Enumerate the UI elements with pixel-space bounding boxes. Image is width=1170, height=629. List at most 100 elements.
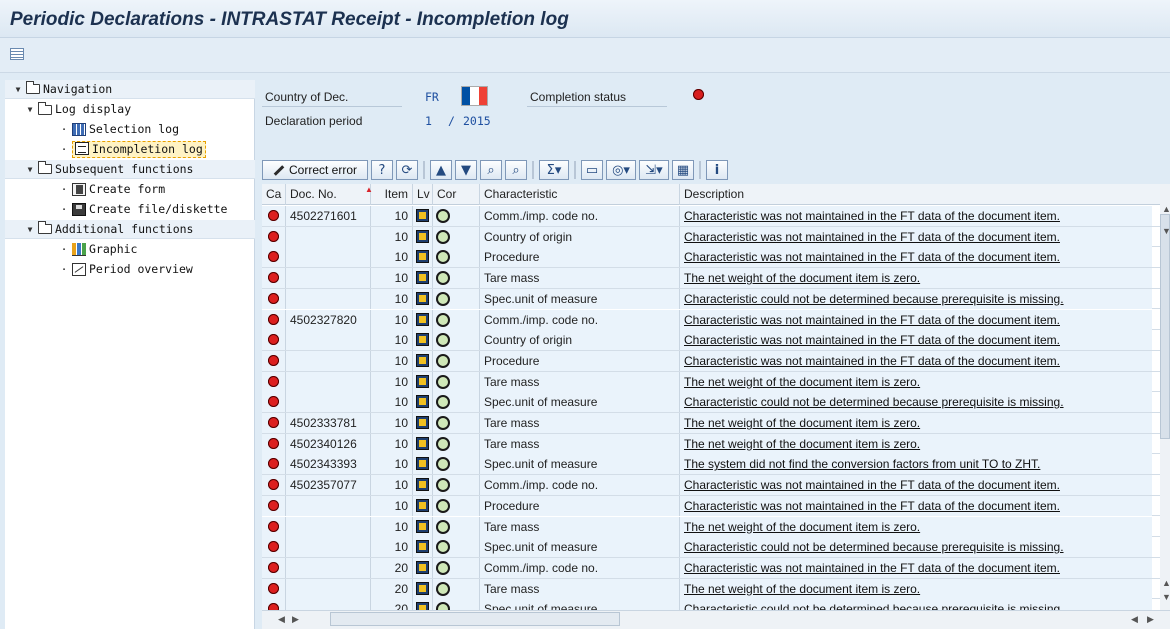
correction-icon[interactable] [436, 333, 450, 348]
level-cell[interactable] [413, 537, 433, 558]
description-link[interactable]: Characteristic was not maintained in the… [680, 495, 1152, 516]
document-level-icon[interactable] [416, 353, 429, 367]
table-row[interactable]: 10 Spec.unit of measure Characteristic cou… [262, 392, 1160, 413]
correction-icon[interactable] [436, 416, 450, 430]
correction-cell[interactable] [433, 516, 480, 537]
document-level-icon[interactable] [416, 250, 429, 264]
correction-icon[interactable] [436, 271, 450, 286]
nav-node-additional-functions[interactable]: ▼ Additional functions [5, 220, 255, 239]
table-row[interactable]: 4502271601 10 Comm./imp. code no. Character… [262, 206, 1160, 227]
level-cell[interactable] [413, 226, 433, 247]
correction-cell[interactable] [433, 433, 480, 454]
description-link[interactable]: Characteristic was not maintained in the… [680, 226, 1152, 247]
document-level-icon[interactable] [416, 560, 429, 574]
level-cell[interactable] [413, 247, 433, 268]
info-button[interactable]: i [706, 160, 728, 180]
document-level-icon[interactable] [416, 209, 429, 222]
table-row[interactable]: 20 Comm./imp. code no. Characteristic was … [262, 557, 1160, 579]
correction-icon[interactable] [436, 209, 450, 223]
level-cell[interactable] [413, 392, 433, 413]
correction-cell[interactable] [433, 475, 480, 496]
document-level-icon[interactable] [416, 602, 429, 610]
level-cell[interactable] [413, 578, 433, 599]
correction-cell[interactable] [433, 226, 480, 247]
level-cell[interactable] [413, 516, 433, 537]
nav-item-create-form[interactable]: · Create form [5, 180, 255, 199]
description-link[interactable]: The net weight of the document item is z… [680, 268, 1152, 289]
description-link[interactable]: Characteristic was not maintained in the… [680, 475, 1152, 496]
document-level-icon[interactable] [416, 436, 429, 450]
document-level-icon[interactable] [416, 374, 429, 388]
document-level-icon[interactable] [416, 291, 429, 305]
description-link[interactable]: Characteristic was not maintained in the… [680, 330, 1152, 351]
document-level-icon[interactable] [416, 498, 429, 512]
correction-cell[interactable] [433, 454, 480, 475]
sort-ascending-button[interactable]: ▲ [430, 160, 452, 180]
correction-cell[interactable] [433, 350, 480, 371]
scroll-right-icon[interactable]: ▶ [1147, 614, 1154, 625]
document-level-icon[interactable] [416, 457, 429, 471]
scroll-up-icon[interactable]: ▲ [1162, 204, 1170, 214]
correction-icon[interactable] [436, 519, 450, 534]
document-level-icon[interactable] [416, 581, 429, 595]
table-row[interactable]: 10 Spec.unit of measure Characteristic cou… [262, 288, 1160, 310]
scroll-left-icon[interactable]: ◀ [278, 614, 285, 625]
correction-icon[interactable] [436, 602, 450, 610]
description-link[interactable]: The net weight of the document item is z… [680, 371, 1152, 392]
level-cell[interactable] [413, 599, 433, 610]
nav-item-graphic[interactable]: · Graphic [5, 240, 255, 259]
correction-cell[interactable] [433, 371, 480, 392]
level-cell[interactable] [413, 495, 433, 516]
refresh-button[interactable]: ⟳ [396, 160, 418, 180]
correction-icon[interactable] [436, 291, 450, 306]
table-row[interactable]: 4502327820 10 Comm./imp. code no. Character… [262, 309, 1160, 331]
expand-icon[interactable]: ▼ [25, 100, 35, 119]
correction-cell[interactable] [433, 392, 480, 413]
horizontal-scroll-thumb[interactable] [330, 612, 620, 626]
correction-cell[interactable] [433, 413, 480, 433]
scroll-down-icon[interactable]: ▼ [1162, 592, 1170, 602]
table-row[interactable]: 10 Country of origin Characteristic was no… [262, 330, 1160, 351]
column-header-ca[interactable]: Ca [262, 184, 286, 205]
correction-cell[interactable] [433, 309, 480, 330]
description-link[interactable]: The net weight of the document item is z… [680, 516, 1152, 537]
expand-icon[interactable]: ▼ [25, 220, 35, 239]
table-row[interactable]: 10 Tare mass The net weight of the documen… [262, 516, 1160, 538]
column-header-cor[interactable]: Cor [433, 184, 480, 205]
table-row[interactable]: 4502333781 10 Tare mass The net weight of t… [262, 413, 1160, 434]
correction-icon[interactable] [436, 457, 450, 472]
vertical-scroll-thumb[interactable] [1160, 214, 1170, 439]
correction-icon[interactable] [436, 312, 450, 327]
column-header-lv[interactable]: Lv [413, 184, 433, 205]
level-cell[interactable] [413, 454, 433, 475]
correction-icon[interactable] [436, 436, 450, 451]
correction-icon[interactable] [436, 229, 450, 244]
table-row[interactable]: 4502343393 10 Spec.unit of measure The syst… [262, 454, 1160, 476]
correction-icon[interactable] [436, 540, 450, 555]
description-link[interactable]: Characteristic was not maintained in the… [680, 206, 1152, 226]
level-cell[interactable] [413, 557, 433, 578]
scroll-down-icon[interactable]: ▼ [1162, 226, 1170, 236]
correction-icon[interactable] [436, 395, 450, 410]
table-row[interactable]: 10 Spec.unit of measure Characteristic cou… [262, 537, 1160, 558]
scroll-up-icon[interactable]: ▲ [1162, 578, 1170, 588]
document-level-icon[interactable] [416, 229, 429, 243]
column-header-item[interactable]: Item [371, 184, 413, 205]
table-row[interactable]: 10 Procedure Characteristic was not mainta… [262, 495, 1160, 517]
correction-cell[interactable] [433, 495, 480, 516]
document-level-icon[interactable] [416, 333, 429, 347]
table-row[interactable]: 10 Procedure Characteristic was not mainta… [262, 247, 1160, 269]
description-link[interactable]: Characteristic was not maintained in the… [680, 309, 1152, 330]
column-header-characteristic[interactable]: Characteristic [480, 184, 680, 205]
table-row[interactable]: 4502357077 10 Comm./imp. code no. Character… [262, 475, 1160, 496]
help-button[interactable]: ? [371, 160, 393, 180]
sum-button[interactable]: Σ▾ [539, 160, 569, 180]
layout-button[interactable]: ▦ [672, 160, 694, 180]
correction-cell[interactable] [433, 206, 480, 226]
nav-node-navigation[interactable]: ▼ Navigation [5, 80, 255, 99]
level-cell[interactable] [413, 309, 433, 330]
correct-error-button[interactable]: Correct error [262, 160, 368, 180]
correction-icon[interactable] [436, 353, 450, 368]
correction-icon[interactable] [436, 478, 450, 493]
correction-icon[interactable] [436, 581, 450, 596]
